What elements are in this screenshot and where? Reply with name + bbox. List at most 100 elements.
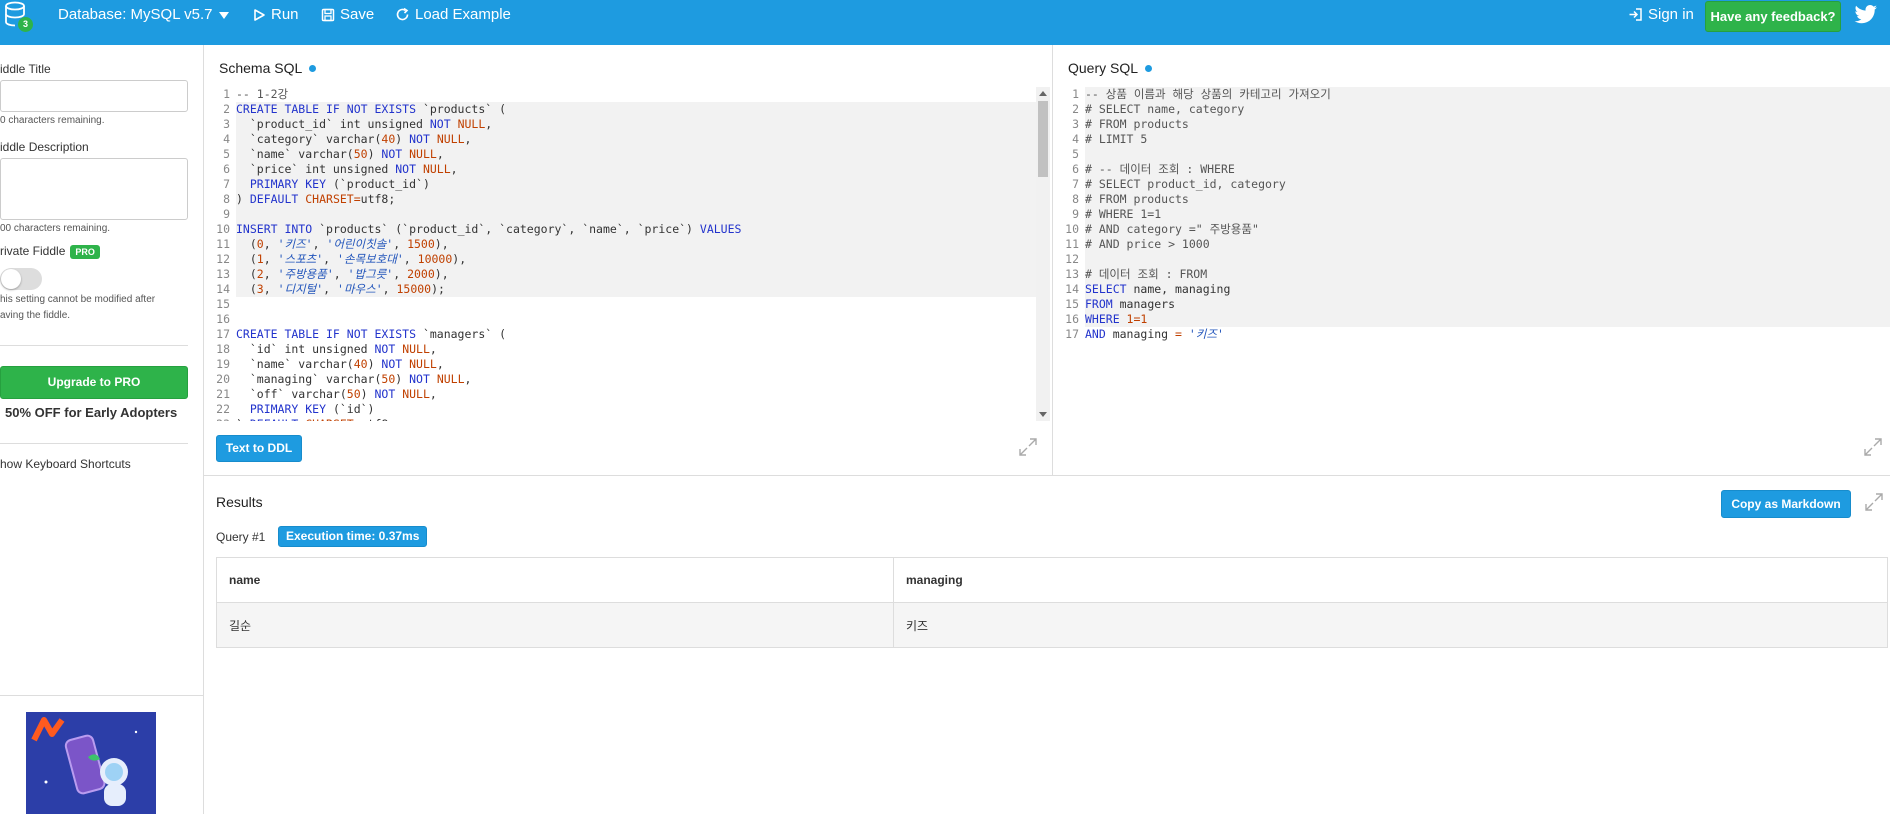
code-token: ,: [464, 132, 472, 146]
code-line[interactable]: 8) DEFAULT CHARSET=utf8;: [214, 192, 1037, 207]
code-token: `name` varchar(: [236, 357, 354, 371]
expand-icon[interactable]: [1018, 437, 1038, 462]
code-line[interactable]: 15 FROM managers: [1063, 297, 1890, 312]
advertisement-image[interactable]: [26, 712, 156, 814]
expand-icon[interactable]: [1864, 492, 1884, 517]
code-line[interactable]: 11 # AND price > 1000: [1063, 237, 1890, 252]
load-example-button[interactable]: Load Example: [395, 6, 511, 23]
code-line[interactable]: 7 PRIMARY KEY (`product_id`): [214, 177, 1037, 192]
code-token: ,: [393, 237, 408, 251]
code-line[interactable]: 5: [1063, 147, 1890, 162]
run-button[interactable]: Run: [252, 6, 299, 23]
caret-down-icon: [218, 11, 229, 19]
code-line[interactable]: 10 INSERT INTO `products` (`product_id`, …: [214, 222, 1037, 237]
code-line[interactable]: 13 # 데이터 조회 : FROM: [1063, 267, 1890, 282]
code-line[interactable]: 1 -- 1-2강: [214, 87, 1037, 102]
code-line[interactable]: 12: [1063, 252, 1890, 267]
query-title: Query SQL: [1068, 60, 1153, 76]
code-line[interactable]: 14 SELECT name, managing: [1063, 282, 1890, 297]
sidebar-divider: [0, 695, 203, 696]
code-token: ,: [450, 162, 458, 176]
expand-icon[interactable]: [1863, 437, 1883, 462]
code-token: '디지털': [277, 282, 324, 296]
code-line[interactable]: 2 CREATE TABLE IF NOT EXISTS `products` (: [214, 102, 1037, 117]
code-token: NULL: [436, 372, 465, 386]
twitter-icon[interactable]: [1854, 5, 1878, 30]
schema-scrollbar[interactable]: [1036, 87, 1050, 421]
code-line[interactable]: 19 `name` varchar(40) NOT NULL,: [214, 357, 1037, 372]
save-icon: [321, 8, 335, 21]
code-token: `name` varchar(: [236, 147, 354, 161]
code-token: AND: [1085, 327, 1113, 341]
code-token: NULL: [402, 387, 430, 401]
database-selector[interactable]: Database: MySQL v5.7: [58, 6, 230, 23]
code-line[interactable]: 13 (2, '주방용품', '밥그릇', 2000),: [214, 267, 1037, 282]
code-line[interactable]: 14 (3, '디지털', '마우스', 15000);: [214, 282, 1037, 297]
scroll-thumb[interactable]: [1038, 101, 1048, 177]
code-token: (: [236, 237, 257, 251]
code-token: 10000: [417, 252, 453, 266]
fiddle-description-input[interactable]: [0, 158, 188, 220]
code-text: # 데이터 조회 : FROM: [1085, 267, 1890, 282]
code-line[interactable]: 8 # FROM products: [1063, 192, 1890, 207]
database-logo-icon[interactable]: 3: [2, 0, 33, 34]
code-line[interactable]: 11 (0, '키즈', '어린이칫솔', 1500),: [214, 237, 1037, 252]
code-line[interactable]: 17 CREATE TABLE IF NOT EXISTS `managers` …: [214, 327, 1037, 342]
code-token: ,: [403, 252, 418, 266]
code-line[interactable]: 15: [214, 297, 1037, 312]
upgrade-button[interactable]: Upgrade to PRO: [0, 366, 188, 399]
code-token: '밥그릇': [347, 267, 394, 281]
column-header: name: [216, 557, 894, 603]
feedback-button[interactable]: Have any feedback?: [1705, 1, 1841, 32]
code-line[interactable]: 23) DEFAULT CHARSET=utf8;: [214, 417, 1037, 421]
code-token: # FROM products: [1085, 117, 1189, 131]
code-line[interactable]: 9 # WHERE 1=1: [1063, 207, 1890, 222]
code-line[interactable]: 6 # -- 데이터 조회 : WHERE: [1063, 162, 1890, 177]
code-token: ,: [263, 282, 278, 296]
code-token: ),: [434, 237, 449, 251]
code-line[interactable]: 21 `off` varchar(50) NOT NULL,: [214, 387, 1037, 402]
code-line[interactable]: 1 -- 상품 이름과 해당 상품의 카테고리 가져오기: [1063, 87, 1890, 102]
schema-editor[interactable]: 1 -- 1-2강 2 CREATE TABLE IF NOT EXISTS `pro…: [214, 87, 1037, 421]
code-token: 50: [381, 372, 396, 386]
save-button[interactable]: Save: [321, 6, 374, 23]
code-token: SELECT: [1085, 282, 1134, 296]
status-dot: [309, 64, 317, 72]
code-line[interactable]: 20 `managing` varchar(50) NOT NULL,: [214, 372, 1037, 387]
code-token: '어린이칫솔': [326, 237, 394, 251]
code-line[interactable]: 4 # LIMIT 5: [1063, 132, 1890, 147]
fiddle-title-input[interactable]: [0, 80, 188, 112]
keyboard-shortcuts-link[interactable]: how Keyboard Shortcuts: [0, 457, 131, 471]
code-line[interactable]: 5 `name` varchar(50) NOT NULL,: [214, 147, 1037, 162]
code-line[interactable]: 18 `id` int unsigned NOT NULL,: [214, 342, 1037, 357]
code-line[interactable]: 22 PRIMARY KEY (`id`): [214, 402, 1037, 417]
query-editor[interactable]: 1 -- 상품 이름과 해당 상품의 카테고리 가져오기 2 # SELECT nam…: [1063, 87, 1890, 421]
code-line[interactable]: 3 `product_id` int unsigned NOT NULL,: [214, 117, 1037, 132]
code-line[interactable]: 4 `category` varchar(40) NOT NULL,: [214, 132, 1037, 147]
scroll-up-icon[interactable]: [1039, 91, 1047, 96]
code-line[interactable]: 10 # AND category =" 주방용품": [1063, 222, 1890, 237]
code-line[interactable]: 16: [214, 312, 1037, 327]
code-line[interactable]: 9: [214, 207, 1037, 222]
scroll-down-icon[interactable]: [1039, 412, 1047, 417]
code-text: # LIMIT 5: [1085, 132, 1890, 147]
code-line[interactable]: 2 # SELECT name, category: [1063, 102, 1890, 117]
line-number: 19: [216, 357, 230, 371]
code-line[interactable]: 6 `price` int unsigned NOT NULL,: [214, 162, 1037, 177]
code-line[interactable]: 12 (1, '스포츠', '손목보호대', 10000),: [214, 252, 1037, 267]
code-line[interactable]: 3 # FROM products: [1063, 117, 1890, 132]
copy-as-markdown-button[interactable]: Copy as Markdown: [1721, 490, 1851, 518]
code-token: # SELECT name, category: [1085, 102, 1245, 116]
code-line[interactable]: 16 WHERE 1=1: [1063, 312, 1890, 327]
private-note-line-1: his setting cannot be modified after: [0, 294, 156, 305]
text-to-ddl-button[interactable]: Text to DDL: [216, 435, 302, 462]
code-token: ,: [485, 117, 493, 131]
sign-in-button[interactable]: Sign in: [1628, 6, 1694, 23]
code-line[interactable]: 17 AND managing = '키즈': [1063, 327, 1890, 342]
code-token: (: [236, 282, 257, 296]
code-text: ) DEFAULT CHARSET=utf8;: [236, 417, 1037, 421]
code-text: [1085, 147, 1890, 162]
private-fiddle-toggle[interactable]: [0, 268, 42, 290]
code-line[interactable]: 7 # SELECT product_id, category: [1063, 177, 1890, 192]
